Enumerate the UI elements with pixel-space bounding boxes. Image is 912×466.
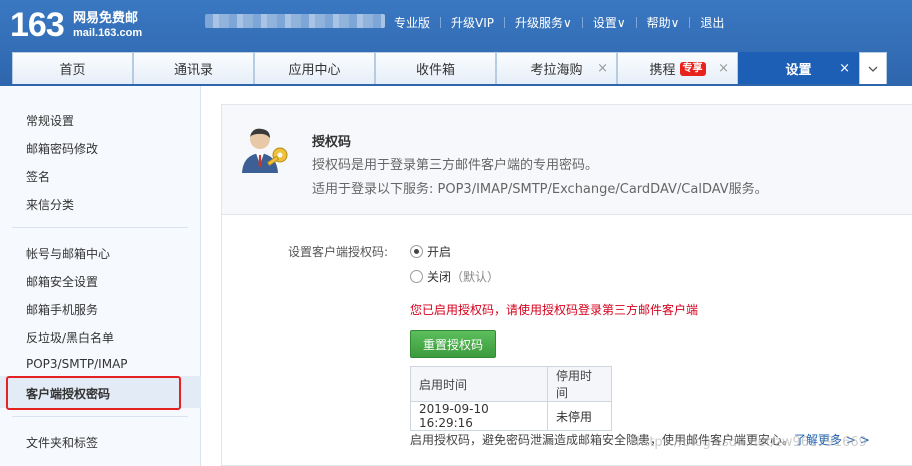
radio-label: 关闭 [427,270,452,284]
red-highlight-box [6,376,181,410]
column-header-enabled-time: 启用时间 [410,366,548,402]
logo-number: 163 [10,6,65,44]
tab-label: 应用中心 [288,63,341,78]
radio-label: 开启 [427,245,452,259]
close-icon[interactable]: × [839,61,850,76]
settings-sidebar: 常规设置 邮箱密码修改 签名 来信分类 帐号与邮箱中心 邮箱安全设置 邮箱手机服… [0,86,201,466]
sidebar-item-signature[interactable]: 签名 [26,168,50,185]
tab-label: 通讯录 [173,63,213,78]
blurred-account-name [205,14,385,28]
tab-label: 考拉海购 [530,63,583,78]
sidebar-item-antispam[interactable]: 反垃圾/黑白名单 [26,329,114,346]
sidebar-item-security[interactable]: 邮箱安全设置 [26,273,98,290]
nav-help[interactable]: 帮助∨ [637,14,690,31]
table-row: 2019-09-10 16:29:16 未停用 [410,401,612,431]
auth-code-panel: 授权码 授权码是用于登录第三方邮件客户端的专用密码。 适用于登录以下服务: PO… [221,104,912,466]
nav-upgrade-service[interactable]: 升级服务∨ [505,14,582,31]
sidebar-item-folders-tags[interactable]: 文件夹和标签 [26,434,98,451]
sidebar-divider [12,416,188,417]
column-header-disabled-time: 停用时间 [547,366,612,402]
sidebar-item-password[interactable]: 邮箱密码修改 [26,140,98,157]
tab-inbox[interactable]: 收件箱 [375,52,496,84]
tab-settings[interactable]: 设置 × [738,52,859,84]
tab-bar: 首页 通讯录 应用中心 收件箱 考拉海购 × 携程 专享 × 设置 × [12,52,887,84]
watermark: https://blog.csdn.net/zw961791669 [636,435,867,450]
tab-contacts[interactable]: 通讯录 [133,52,254,84]
auth-code-history-table: 启用时间 停用时间 2019-09-10 16:29:16 未停用 [410,366,612,431]
description-line-2: 适用于登录以下服务: POP3/IMAP/SMTP/Exchange/CardD… [312,182,768,197]
radio-enable[interactable]: 开启 [410,243,451,260]
top-header: 163 网易免费邮 mail.163.com 专业版 升级VIP 升级服务∨ 设… [0,0,912,86]
tab-kaola[interactable]: 考拉海购 × [496,52,617,84]
enabled-time-cell: 2019-09-10 16:29:16 [410,401,548,431]
tab-label: 收件箱 [415,63,455,78]
tab-label: 首页 [59,63,86,78]
tab-app-center[interactable]: 应用中心 [254,52,375,84]
nav-pro-version[interactable]: 专业版 [384,14,440,31]
nav-settings[interactable]: 设置∨ [583,14,636,31]
exclusive-badge: 专享 [679,61,706,76]
chevron-down-icon[interactable] [859,52,887,84]
nav-upgrade-vip[interactable]: 升级VIP [441,14,504,31]
setting-label: 设置客户端授权码: [288,245,389,259]
nav-logout[interactable]: 退出 [690,14,734,31]
panel-header: 授权码 授权码是用于登录第三方邮件客户端的专用密码。 适用于登录以下服务: PO… [222,105,912,215]
tab-ctrip[interactable]: 携程 专享 × [617,52,738,84]
disabled-time-cell: 未停用 [547,401,612,431]
user-key-icon [242,128,288,173]
tab-home[interactable]: 首页 [12,52,133,84]
default-note: （默认） [451,270,500,284]
page-title: 授权码 [312,135,352,150]
sidebar-item-account-center[interactable]: 帐号与邮箱中心 [26,245,110,262]
logo-domain: mail.163.com [73,27,143,39]
sidebar-item-general[interactable]: 常规设置 [26,112,74,129]
status-notice: 您已启用授权码，请使用授权码登录第三方邮件客户端 [410,303,699,317]
logo[interactable]: 163 网易免费邮 mail.163.com [10,6,142,44]
logo-text: 网易免费邮 [73,11,139,26]
sidebar-item-mail-filter[interactable]: 来信分类 [26,196,74,213]
tab-label: 设置 [785,63,812,78]
sidebar-divider [12,227,188,228]
radio-button[interactable] [410,270,423,283]
description-line-1: 授权码是用于登录第三方邮件客户端的专用密码。 [312,158,599,173]
tab-label: 携程 [649,63,676,78]
radio-disable[interactable]: 关闭 （默认） [410,268,499,285]
top-nav: 专业版 升级VIP 升级服务∨ 设置∨ 帮助∨ 退出 [384,13,734,31]
close-icon[interactable]: × [597,61,608,76]
sidebar-item-mobile-service[interactable]: 邮箱手机服务 [26,301,98,318]
reset-auth-code-button[interactable]: 重置授权码 [410,330,496,358]
close-icon[interactable]: × [718,61,729,76]
radio-button[interactable] [410,245,423,258]
sidebar-item-pop3-smtp-imap[interactable]: POP3/SMTP/IMAP [26,357,128,371]
